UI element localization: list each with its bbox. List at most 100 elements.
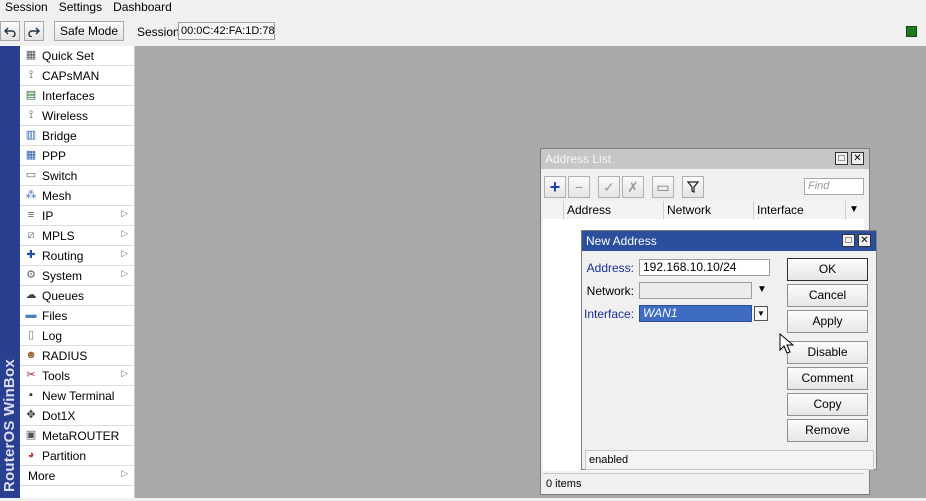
sidebar-item-partition[interactable]: ◕ Partition — [20, 446, 134, 466]
sidebar-menu: ▦ Quick Set ⟟ CAPsMAN ▤ Interfaces ⟟ Wireless ▥ B… — [20, 46, 135, 498]
new-address-title[interactable]: New Address — [582, 231, 876, 251]
sidebar-item-mpls[interactable]: ⧄ MPLS ▷ — [20, 226, 134, 246]
bridge-icon: ▥ — [25, 129, 37, 141]
ok-button[interactable]: OK — [787, 258, 868, 281]
sidebar-item-label: Dot1X — [42, 409, 76, 423]
find-input[interactable]: Find — [804, 178, 864, 195]
disable-button[interactable]: ✗ — [622, 176, 644, 198]
address-list-title-text: Address List — [545, 152, 612, 166]
table-header: Address Network Interface ▼ — [543, 201, 864, 220]
menu-session[interactable]: Session — [0, 0, 54, 16]
comment-button[interactable]: Comment — [787, 367, 868, 390]
chevron-down-icon: ▼ — [849, 204, 859, 215]
address-label: Address: — [586, 261, 634, 275]
sidebar-item-label: Files — [42, 309, 68, 323]
remove-button[interactable]: Remove — [787, 419, 868, 442]
sidebar-item-label: MPLS — [42, 229, 75, 243]
sidebar-item-dot1x[interactable]: ✥ Dot1X — [20, 406, 134, 426]
dialog-close-button[interactable]: ✕ — [858, 234, 871, 247]
sidebar-item-label: CAPsMAN — [42, 69, 100, 83]
queues-icon: ☁ — [25, 289, 37, 301]
sidebar-item-files[interactable]: ▬ Files — [20, 306, 134, 326]
add-button[interactable]: + — [544, 176, 566, 198]
remove-button[interactable]: − — [568, 176, 590, 198]
sidebar-item-label: Queues — [42, 289, 85, 303]
enable-button[interactable]: ✓ — [598, 176, 620, 198]
radius-icon: ☻ — [25, 349, 37, 361]
copy-button[interactable]: Copy — [787, 393, 868, 416]
sidebar-item-label: PPP — [42, 149, 67, 163]
sidebar-item-tools[interactable]: ✂ Tools ▷ — [20, 366, 134, 386]
log-icon: ▯ — [27, 329, 35, 341]
sidebar-item-label: Routing — [42, 249, 84, 263]
submenu-arrow-icon: ▷ — [121, 468, 128, 478]
network-input[interactable] — [639, 282, 752, 299]
sidebar-item-quick-set[interactable]: ▦ Quick Set — [20, 46, 134, 66]
sidebar-item-label: IP — [42, 209, 54, 223]
sidebar-item-wireless[interactable]: ⟟ Wireless — [20, 106, 134, 126]
filter-button[interactable] — [682, 176, 704, 198]
redo-icon — [28, 27, 40, 37]
interface-dropdown-button[interactable]: ▼ — [754, 306, 768, 321]
files-icon: ▬ — [25, 309, 37, 321]
sidebar-item-switch[interactable]: ▭ Switch — [20, 166, 134, 186]
connection-status-icon — [906, 26, 917, 37]
close-icon: ✕ — [860, 235, 869, 246]
sidebar-item-ip[interactable]: ≡ IP ▷ — [20, 206, 134, 226]
comment-icon: ▭ — [656, 178, 670, 195]
interface-select[interactable]: WAN1 — [639, 305, 752, 322]
sidebar-item-radius[interactable]: ☻ RADIUS — [20, 346, 134, 366]
sidebar-item-label: Quick Set — [42, 49, 95, 63]
routing-icon: ✚ — [26, 249, 36, 261]
sidebar-item-new-terminal[interactable]: ▪ New Terminal — [20, 386, 134, 406]
column-menu-button[interactable]: ▼ — [845, 201, 864, 219]
close-button[interactable]: ✕ — [851, 152, 864, 165]
switch-icon: ▭ — [25, 169, 37, 181]
sidebar-item-routing[interactable]: ✚ Routing ▷ — [20, 246, 134, 266]
sidebar-item-log[interactable]: ▯ Log — [20, 326, 134, 346]
column-address[interactable]: Address — [563, 201, 663, 219]
sidebar-item-metarouter[interactable]: ▣ MetaROUTER — [20, 426, 134, 446]
ip-icon: ≡ — [27, 209, 35, 221]
undo-button[interactable] — [0, 21, 20, 41]
submenu-arrow-icon: ▷ — [121, 208, 128, 218]
sidebar-item-bridge[interactable]: ▥ Bridge — [20, 126, 134, 146]
undo-icon — [4, 27, 16, 37]
sidebar-item-more[interactable]: More ▷ — [20, 466, 134, 486]
minus-icon: − — [574, 179, 584, 195]
menu-settings[interactable]: Settings — [54, 0, 108, 16]
address-input[interactable]: 192.168.10.10/24 — [639, 259, 770, 276]
menu-dashboard[interactable]: Dashboard — [108, 0, 178, 16]
sidebar-item-capsman[interactable]: ⟟ CAPsMAN — [20, 66, 134, 86]
maximize-button[interactable]: □ — [835, 152, 848, 165]
sidebar-item-label: Log — [42, 329, 63, 343]
brand-text: RouterOS WinBox — [1, 359, 18, 492]
sidebar-item-queues[interactable]: ☁ Queues — [20, 286, 134, 306]
redo-button[interactable] — [24, 21, 44, 41]
sidebar-item-ppp[interactable]: ▦ PPP — [20, 146, 134, 166]
submenu-arrow-icon: ▷ — [121, 228, 128, 238]
sidebar-item-label: New Terminal — [42, 389, 115, 403]
sidebar-item-mesh[interactable]: ⁂ Mesh — [20, 186, 134, 206]
close-icon: ✕ — [853, 153, 862, 164]
column-interface[interactable]: Interface — [753, 201, 845, 219]
cross-icon: ✗ — [627, 178, 639, 195]
cancel-button[interactable]: Cancel — [787, 284, 868, 307]
dialog-maximize-button[interactable]: □ — [842, 234, 855, 247]
address-list-title[interactable]: Address List — [541, 149, 869, 169]
sidebar-item-system[interactable]: ⚙ System ▷ — [20, 266, 134, 286]
mpls-icon: ⧄ — [27, 229, 35, 241]
disable-button[interactable]: Disable — [787, 341, 868, 364]
sidebar-item-label: More — [28, 469, 56, 483]
terminal-icon: ▪ — [29, 389, 33, 401]
sidebar-item-interfaces[interactable]: ▤ Interfaces — [20, 86, 134, 106]
safe-mode-button[interactable]: Safe Mode — [54, 21, 124, 41]
network-dropdown-icon[interactable]: ▼ — [757, 284, 767, 295]
session-input[interactable]: 00:0C:42:FA:1D:78 — [178, 22, 275, 40]
apply-button[interactable]: Apply — [787, 310, 868, 333]
session-label: Session: — [137, 25, 184, 39]
system-icon: ⚙ — [26, 269, 36, 281]
column-network[interactable]: Network — [663, 201, 753, 219]
comment-button[interactable]: ▭ — [652, 176, 674, 198]
new-address-title-text: New Address — [586, 234, 657, 248]
